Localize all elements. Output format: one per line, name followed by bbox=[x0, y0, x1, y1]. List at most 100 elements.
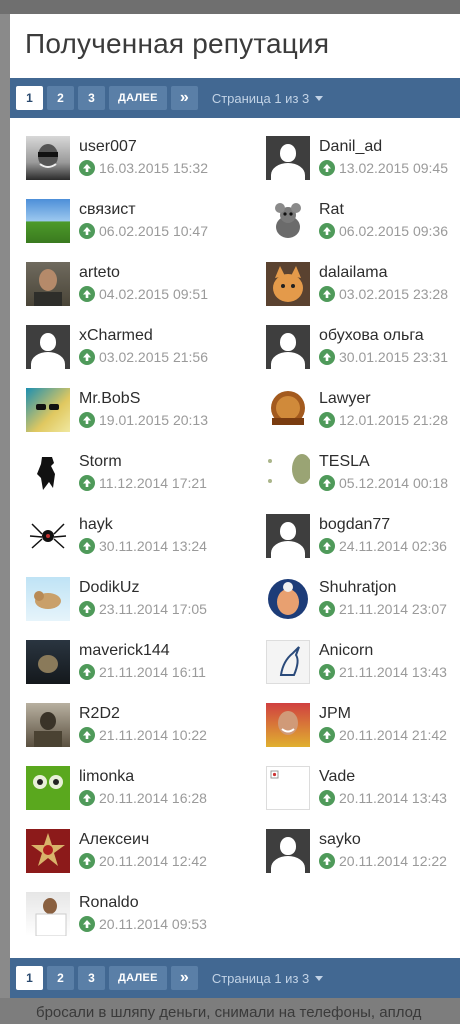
user-avatar[interactable] bbox=[26, 514, 70, 558]
entry-meta: 04.02.2015 09:51 bbox=[79, 285, 208, 303]
username-link[interactable]: Storm bbox=[79, 452, 207, 472]
user-avatar[interactable] bbox=[26, 388, 70, 432]
entry-info: dalailama 03.02.2015 23:28 bbox=[319, 262, 448, 306]
page-jump-dropdown[interactable]: Страница 1 из 3 bbox=[211, 970, 324, 986]
entry-date: 16.03.2015 15:32 bbox=[99, 160, 208, 176]
reputation-entry: maverick144 21.11.2014 16:11 bbox=[26, 640, 266, 684]
page-3-button[interactable]: 3 bbox=[78, 86, 105, 110]
entry-date: 21.11.2014 16:11 bbox=[99, 664, 206, 680]
username-link[interactable]: xCharmed bbox=[79, 326, 208, 346]
username-link[interactable]: Lawyer bbox=[319, 389, 448, 409]
reputation-entry: Shuhratjon 21.11.2014 23:07 bbox=[266, 577, 460, 621]
page-2-button[interactable]: 2 bbox=[47, 86, 74, 110]
reputation-entry: limonka 20.11.2014 16:28 bbox=[26, 766, 266, 810]
entry-info: обухова ольга 30.01.2015 23:31 bbox=[319, 325, 448, 369]
user-avatar[interactable] bbox=[266, 577, 310, 621]
next-page-button[interactable]: ДАЛЕЕ bbox=[109, 966, 167, 990]
user-avatar[interactable] bbox=[266, 199, 310, 243]
user-avatar[interactable] bbox=[26, 262, 70, 306]
entry-meta: 20.11.2014 12:22 bbox=[319, 852, 447, 870]
user-avatar[interactable] bbox=[266, 640, 310, 684]
entry-meta: 03.02.2015 21:56 bbox=[79, 348, 208, 366]
user-avatar[interactable] bbox=[266, 514, 310, 558]
user-avatar[interactable] bbox=[266, 388, 310, 432]
username-link[interactable]: DodikUz bbox=[79, 578, 207, 598]
entry-date: 21.11.2014 10:22 bbox=[99, 727, 207, 743]
user-avatar[interactable] bbox=[266, 325, 310, 369]
entry-meta: 20.11.2014 09:53 bbox=[79, 915, 207, 933]
username-link[interactable]: Anicorn bbox=[319, 641, 447, 661]
user-avatar[interactable] bbox=[266, 829, 310, 873]
username-link[interactable]: связист bbox=[79, 200, 208, 220]
user-avatar[interactable] bbox=[266, 703, 310, 747]
reputation-up-icon bbox=[79, 412, 95, 428]
user-avatar[interactable] bbox=[266, 766, 310, 810]
reputation-entry: Anicorn 21.11.2014 13:43 bbox=[266, 640, 460, 684]
user-avatar[interactable] bbox=[26, 136, 70, 180]
entry-date: 23.11.2014 17:05 bbox=[99, 601, 207, 617]
entry-info: R2D2 21.11.2014 10:22 bbox=[79, 703, 207, 747]
username-link[interactable]: user007 bbox=[79, 137, 208, 157]
entry-date: 20.11.2014 09:53 bbox=[99, 916, 207, 932]
entry-date: 06.02.2015 10:47 bbox=[99, 223, 208, 239]
entry-meta: 21.11.2014 10:22 bbox=[79, 726, 207, 744]
entry-date: 30.01.2015 23:31 bbox=[339, 349, 448, 365]
reputation-entry: sayko 20.11.2014 12:22 bbox=[266, 829, 460, 873]
username-link[interactable]: Mr.BobS bbox=[79, 389, 208, 409]
reputation-entry: Danil_ad 13.02.2015 09:45 bbox=[266, 136, 460, 180]
user-avatar[interactable] bbox=[26, 577, 70, 621]
page-3-button[interactable]: 3 bbox=[78, 966, 105, 990]
page-info-label: Страница 1 из 3 bbox=[211, 970, 310, 986]
user-avatar[interactable] bbox=[26, 199, 70, 243]
entry-meta: 16.03.2015 15:32 bbox=[79, 159, 208, 177]
user-avatar[interactable] bbox=[266, 136, 310, 180]
user-avatar[interactable] bbox=[266, 451, 310, 495]
reputation-up-icon bbox=[319, 223, 335, 239]
reputation-up-icon bbox=[319, 475, 335, 491]
entry-date: 20.11.2014 12:42 bbox=[99, 853, 207, 869]
username-link[interactable]: hayk bbox=[79, 515, 207, 535]
page-1-button[interactable]: 1 bbox=[16, 966, 43, 990]
username-link[interactable]: Ronaldo bbox=[79, 893, 207, 913]
reputation-up-icon bbox=[79, 853, 95, 869]
pagination-bottom: 1 2 3 ДАЛЕЕ » Страница 1 из 3 bbox=[10, 958, 460, 998]
entry-date: 20.11.2014 12:22 bbox=[339, 853, 447, 869]
entry-meta: 20.11.2014 16:28 bbox=[79, 789, 207, 807]
reputation-up-icon bbox=[319, 853, 335, 869]
user-avatar[interactable] bbox=[26, 451, 70, 495]
user-avatar[interactable] bbox=[26, 766, 70, 810]
user-avatar[interactable] bbox=[26, 829, 70, 873]
page-jump-dropdown[interactable]: Страница 1 из 3 bbox=[212, 91, 324, 106]
reputation-entry: обухова ольга 30.01.2015 23:31 bbox=[266, 325, 460, 369]
entry-meta: 23.11.2014 17:05 bbox=[79, 600, 207, 618]
user-avatar[interactable] bbox=[26, 640, 70, 684]
username-link[interactable]: sayko bbox=[319, 830, 447, 850]
username-link[interactable]: обухова ольга bbox=[319, 326, 448, 346]
last-page-button[interactable]: » bbox=[170, 966, 198, 990]
username-link[interactable]: limonka bbox=[79, 767, 207, 787]
username-link[interactable]: Danil_ad bbox=[319, 137, 448, 157]
username-link[interactable]: Алексеич bbox=[79, 830, 207, 850]
username-link[interactable]: arteto bbox=[79, 263, 208, 283]
last-page-button[interactable]: » bbox=[170, 86, 198, 110]
entry-meta: 20.11.2014 13:43 bbox=[319, 789, 447, 807]
user-avatar[interactable] bbox=[26, 703, 70, 747]
username-link[interactable]: Shuhratjon bbox=[319, 578, 447, 598]
username-link[interactable]: TESLA bbox=[319, 452, 448, 472]
entry-date: 20.11.2014 16:28 bbox=[99, 790, 207, 806]
username-link[interactable]: R2D2 bbox=[79, 704, 207, 724]
username-link[interactable]: Vade bbox=[319, 767, 447, 787]
page-1-button[interactable]: 1 bbox=[16, 86, 43, 110]
username-link[interactable]: bogdan77 bbox=[319, 515, 447, 535]
entry-info: Storm 11.12.2014 17:21 bbox=[79, 451, 207, 495]
user-avatar[interactable] bbox=[266, 262, 310, 306]
user-avatar[interactable] bbox=[26, 892, 70, 936]
next-page-button[interactable]: ДАЛЕЕ bbox=[109, 86, 167, 110]
username-link[interactable]: maverick144 bbox=[79, 641, 206, 661]
reputation-up-icon bbox=[319, 412, 335, 428]
page-2-button[interactable]: 2 bbox=[47, 966, 74, 990]
username-link[interactable]: JPM bbox=[319, 704, 447, 724]
username-link[interactable]: Rat bbox=[319, 200, 448, 220]
user-avatar[interactable] bbox=[26, 325, 70, 369]
username-link[interactable]: dalailama bbox=[319, 263, 448, 283]
